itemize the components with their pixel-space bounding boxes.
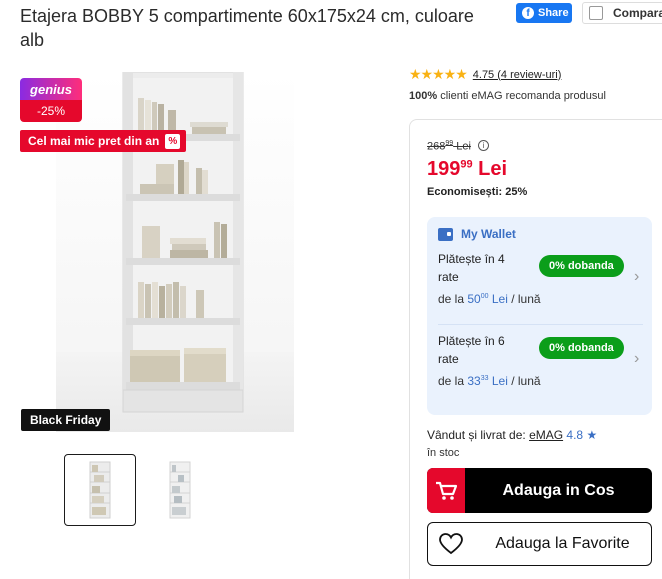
installment-amount: de la 3333 Lei / lună xyxy=(438,374,643,388)
old-price-int: 268 xyxy=(427,140,446,153)
bookshelf-illustration xyxy=(122,72,244,413)
savings-text: Economisești: 25% xyxy=(427,186,528,198)
installment-dec: 33 xyxy=(480,375,489,382)
product-gallery: genius -25% Cel mai mic pret din an % Bl… xyxy=(20,70,295,432)
seller-label: Vândut și livrat de: xyxy=(427,428,530,442)
installment-currency: Lei xyxy=(488,374,508,388)
star-icon: ★ xyxy=(586,428,598,442)
promo-badge: Cel mai mic pret din an % xyxy=(20,130,187,152)
add-to-cart-label: Adauga in Cos xyxy=(502,481,615,499)
product-main-image[interactable] xyxy=(56,72,294,432)
current-price: 19999 Lei xyxy=(427,158,507,181)
installment-value: 3333 Lei xyxy=(467,374,508,388)
add-to-favorites-button[interactable]: Adauga la Favorite xyxy=(427,522,652,566)
chevron-right-icon: › xyxy=(634,350,640,367)
cart-icon xyxy=(427,468,465,513)
divider xyxy=(438,324,643,325)
wallet-icon xyxy=(438,227,453,241)
price-dec: 99 xyxy=(460,158,473,171)
old-price-dec: 99 xyxy=(445,140,454,147)
installment-value: 5000 Lei xyxy=(467,292,508,306)
share-label: Share xyxy=(538,7,569,19)
wallet-title: My Wallet xyxy=(438,227,516,241)
zero-interest-badge: 0% dobanda xyxy=(539,337,624,359)
seller-link[interactable]: eMAG xyxy=(529,428,563,442)
zero-interest-badge: 0% dobanda xyxy=(539,255,624,277)
installment-option-4[interactable]: Plătește în 4 rate 0% dobanda de la 5000… xyxy=(438,250,643,306)
promo-label: Cel mai mic pret din an xyxy=(28,134,160,148)
price-int: 199 xyxy=(427,158,461,180)
price-currency: Lei xyxy=(472,158,508,180)
old-price-currency: Lei xyxy=(453,140,471,153)
black-friday-badge: Black Friday xyxy=(21,409,111,431)
installment-suffix: / lună xyxy=(507,374,541,388)
installment-prefix: de la xyxy=(438,374,468,388)
facebook-icon: f xyxy=(522,7,534,19)
recommend-text: 100% clienti eMAG recomanda produsul xyxy=(409,90,606,102)
seller-score: 4.8 xyxy=(566,428,584,442)
product-title: Etajera BOBBY 5 compartimente 60x175x24 … xyxy=(20,6,474,50)
thumbnail-1[interactable] xyxy=(64,454,136,526)
installment-dec: 00 xyxy=(480,293,489,300)
info-icon[interactable]: i xyxy=(478,140,489,151)
thumbnail-2[interactable] xyxy=(144,454,216,526)
discount-badge: -25% xyxy=(20,100,82,122)
installment-label: Plătește în 6 rate xyxy=(438,334,505,366)
heart-icon xyxy=(428,533,474,555)
installment-option-6[interactable]: Plătește în 6 rate 0% dobanda de la 3333… xyxy=(438,332,643,388)
genius-badge: genius -25% xyxy=(20,78,82,122)
rating-summary[interactable]: ★★★★★ 4.75 (4 review-uri) xyxy=(409,66,561,83)
facebook-share-button[interactable]: f Share xyxy=(516,3,572,23)
add-to-favorites-label: Adauga la Favorite xyxy=(495,535,630,552)
wallet-title-label: My Wallet xyxy=(461,227,516,241)
installment-label: Plătește în 4 rate xyxy=(438,252,505,284)
my-wallet-panel: My Wallet Plătește în 4 rate 0% dobanda … xyxy=(427,217,652,415)
thumbnail-bookshelf-image xyxy=(169,461,191,519)
add-to-cart-button[interactable]: Adauga in Cos xyxy=(427,468,652,513)
reviews-link[interactable]: 4.75 (4 review-uri) xyxy=(473,69,562,81)
buy-box: 26899 Lei i 19999 Lei Economisești: 25% … xyxy=(409,119,662,579)
installment-amount: de la 5000 Lei / lună xyxy=(438,292,643,306)
genius-label: genius xyxy=(20,78,82,100)
seller-info: Vândut și livrat de: eMAG 4.8 ★ xyxy=(427,428,597,442)
recommend-label: clienti eMAG recomanda produsul xyxy=(437,90,606,102)
stock-status: în stoc xyxy=(427,447,460,459)
old-price: 26899 Lei xyxy=(427,140,471,153)
installment-int: 50 xyxy=(467,292,481,306)
installment-int: 33 xyxy=(467,374,481,388)
checkbox-icon xyxy=(589,6,603,20)
installment-prefix: de la xyxy=(438,292,468,306)
compare-checkbox[interactable]: Compara xyxy=(582,2,662,24)
installment-currency: Lei xyxy=(488,292,508,306)
thumbnail-bookshelf-image xyxy=(89,461,111,519)
rating-stars-icon: ★★★★★ xyxy=(409,66,468,82)
compare-label: Compara xyxy=(613,6,662,20)
recommend-percent: 100% xyxy=(409,90,438,102)
installment-suffix: / lună xyxy=(507,292,541,306)
percent-icon: % xyxy=(165,133,181,149)
chevron-right-icon: › xyxy=(634,268,640,285)
